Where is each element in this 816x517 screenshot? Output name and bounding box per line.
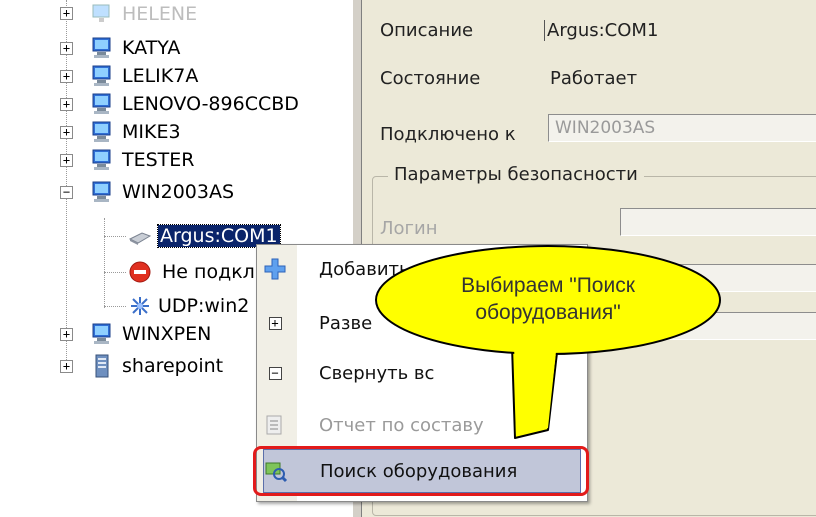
menu-item-label: Поиск оборудования <box>320 460 518 482</box>
tree-node-label: UDP:win2 <box>158 295 250 317</box>
tree-node-label: WINXPEN <box>122 323 212 345</box>
menu-item-label: Разве <box>319 312 373 334</box>
computer-icon <box>92 93 111 114</box>
security-group-title: Параметры безопасности <box>388 164 644 185</box>
computer-icon <box>92 37 111 58</box>
tree-connector <box>104 272 126 273</box>
computer-icon <box>92 323 111 344</box>
tree-node-sharepoint[interactable]: + sharepoint <box>60 352 223 380</box>
computer-icon <box>92 149 111 170</box>
tree-node-win2003as[interactable]: − WIN2003AS <box>60 178 234 206</box>
menu-item-label: Отчет по составу <box>319 414 484 436</box>
tree-node-mike3[interactable]: + MIKE3 <box>60 118 181 146</box>
collapse-icon[interactable]: − <box>60 186 73 199</box>
tree-node-helene[interactable]: + HELENE <box>60 0 197 28</box>
tree-node-label: LENOVO-896CCBD <box>122 93 299 115</box>
tree-node-katya[interactable]: + KATYA <box>60 34 180 62</box>
collapse-box-icon: − <box>263 361 287 385</box>
login-field[interactable] <box>620 208 816 236</box>
tree-node-lelik7a[interactable]: + LELIK7A <box>60 62 198 90</box>
expand-icon[interactable]: + <box>60 7 73 20</box>
expand-icon[interactable]: + <box>60 42 73 55</box>
tree-node-lenovo[interactable]: + LENOVO-896CCBD <box>60 90 299 118</box>
no-entry-icon <box>129 261 151 283</box>
expand-icon[interactable]: + <box>60 126 73 139</box>
menu-item-label: Свернуть вс <box>319 362 435 384</box>
connected-to-field[interactable]: WIN2003AS <box>548 114 816 142</box>
report-icon <box>263 413 287 437</box>
callout-text: Выбираем "Поиск оборудования" <box>388 272 708 326</box>
expand-box-icon: + <box>263 311 287 335</box>
network-icon <box>131 297 149 315</box>
description-label: Описание <box>380 20 474 41</box>
tree-node-winxpen[interactable]: + WINXPEN <box>60 320 211 348</box>
tree-node-label: WIN2003AS <box>122 181 235 203</box>
callout-line-1: Выбираем "Поиск <box>461 274 635 297</box>
login-label: Логин <box>380 218 438 239</box>
tree-node-label: MIKE3 <box>122 121 181 143</box>
computer-icon <box>92 4 110 22</box>
expand-icon[interactable]: + <box>60 70 73 83</box>
tree-node-label: HELENE <box>122 3 198 25</box>
connected-to-label: Подключено к <box>380 124 516 145</box>
tree-connector <box>104 218 105 308</box>
state-value: Работает <box>550 68 638 89</box>
computer-icon <box>92 121 111 142</box>
expand-icon[interactable]: + <box>60 98 73 111</box>
callout-line-2: оборудования" <box>475 301 621 324</box>
menu-item-collapse-all[interactable]: − Свернуть вс <box>257 351 587 395</box>
expand-icon[interactable]: + <box>60 360 73 373</box>
expand-icon[interactable]: + <box>60 328 73 341</box>
tree-node-label: KATYA <box>122 37 181 59</box>
computer-icon <box>92 181 111 202</box>
tree-connector <box>104 236 126 237</box>
tree-connector <box>104 306 126 307</box>
device-icon <box>128 232 152 245</box>
search-hardware-icon <box>264 460 288 484</box>
tree-node-label: LELIK7A <box>122 65 199 87</box>
computer-icon <box>92 65 111 86</box>
tree-node-not-connected[interactable]: Не подкл <box>128 258 255 286</box>
plus-cross-icon <box>263 257 287 281</box>
menu-item-search-hardware[interactable]: Поиск оборудования <box>263 449 581 493</box>
tree-node-label: Не подкл <box>162 261 255 283</box>
tree-node-udp[interactable]: UDP:win2 <box>128 292 249 320</box>
expand-icon[interactable]: + <box>60 154 73 167</box>
tree-node-label: sharepoint <box>122 355 224 377</box>
state-label: Состояние <box>380 68 481 89</box>
tree-node-label: TESTER <box>122 149 195 171</box>
menu-item-composition-report: Отчет по составу <box>257 403 587 447</box>
tree-node-tester[interactable]: + TESTER <box>60 146 194 174</box>
description-value[interactable]: Argus:COM1 <box>544 20 658 41</box>
server-icon <box>95 354 109 378</box>
